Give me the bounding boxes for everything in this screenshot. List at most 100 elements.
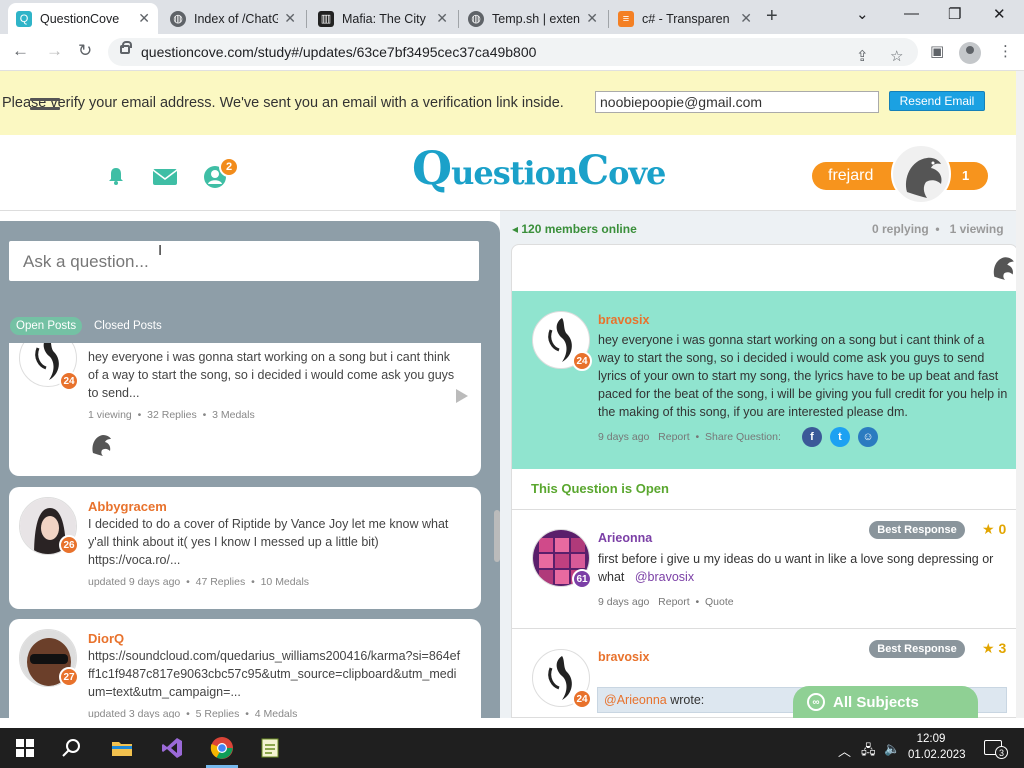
post-card[interactable]: 26 Abbygracem I decided to do a cover of… — [9, 487, 481, 609]
browser-tab-strip: Q QuestionCove ✕ ◍ Index of /ChatG ✕ ▥ M… — [0, 0, 1024, 34]
address-bar[interactable]: questioncove.com/study#/updates/63ce7bf3… — [108, 38, 918, 66]
more-menu-icon[interactable]: ⋮ — [998, 42, 1013, 60]
notification-center-icon[interactable]: 3 — [984, 740, 1008, 759]
reply-author[interactable]: bravosix — [598, 650, 649, 664]
question-meta: 9 days ago Report • Share Question: — [598, 431, 781, 443]
best-response-button[interactable]: Best Response — [869, 640, 965, 658]
viewer-dolphin-icon — [92, 435, 111, 456]
hamburger-menu-icon[interactable] — [30, 98, 60, 120]
medal-star-icon: ★ — [982, 521, 995, 537]
chrome-icon[interactable] — [210, 736, 234, 760]
post-updated: updated 3 days ago — [88, 708, 181, 718]
quoted-user[interactable]: @Arieonna — [604, 693, 667, 707]
tab-search-chevron-icon[interactable]: ⌄ — [856, 5, 869, 23]
bell-icon[interactable] — [106, 166, 126, 186]
tab-stackoverflow[interactable]: ≡ c# - Transparen ✕ — [610, 3, 760, 34]
profile-avatar-icon[interactable] — [959, 42, 981, 64]
question-body: 24 bravosix hey everyone i was gonna sta… — [512, 291, 1017, 469]
globe-icon: ◍ — [170, 10, 186, 27]
tab-questioncove[interactable]: Q QuestionCove ✕ — [8, 3, 158, 34]
tab-separator — [608, 10, 609, 28]
close-tab-icon[interactable]: ✕ — [284, 10, 296, 27]
mention-link[interactable]: @bravosix — [635, 570, 694, 584]
email-field[interactable] — [595, 91, 879, 113]
reload-icon[interactable]: ↻ — [78, 41, 92, 61]
user-avatar[interactable] — [891, 144, 951, 204]
post-card[interactable]: 27 DiorQ https://soundcloud.com/quedariu… — [9, 619, 481, 718]
questioncove-logo[interactable]: QuestionCove — [412, 141, 666, 199]
divider — [512, 509, 1017, 510]
invite-friend-icon[interactable]: ☺ — [858, 427, 878, 447]
post-level-badge: 27 — [59, 667, 79, 687]
medal-count[interactable]: ★ 0 — [982, 521, 1006, 538]
members-online-text: 120 members online — [521, 222, 637, 236]
side-panel-icon[interactable]: ▣ — [930, 42, 944, 60]
posts-panel: Ask a question... Open Posts Closed Post… — [0, 221, 500, 718]
restore-icon[interactable]: ❐ — [948, 5, 961, 23]
post-level-badge: 24 — [59, 371, 79, 391]
post-meta: updated 3 days ago • 5 Replies • 4 Medal… — [88, 708, 298, 718]
window-close-icon[interactable]: ✕ — [993, 5, 1006, 23]
reply-author[interactable]: Arieonna — [598, 531, 652, 545]
taskbar-clock[interactable]: 12:09 01.02.2023 — [908, 731, 966, 763]
globe-icon: ◍ — [468, 10, 484, 27]
tab-title: Temp.sh | exten — [492, 11, 581, 26]
ask-question-input[interactable]: Ask a question... — [9, 241, 479, 281]
tab-separator — [458, 10, 459, 28]
post-card[interactable]: 24 hey everyone i was gonna start workin… — [9, 343, 481, 476]
show-hidden-icons-chevron[interactable]: ︿ — [838, 741, 851, 760]
visual-studio-icon[interactable] — [160, 736, 184, 760]
forward-arrow-icon[interactable]: → — [46, 41, 63, 61]
post-replies: 32 Replies — [147, 409, 197, 421]
network-icon[interactable]: 🖧 — [861, 741, 876, 763]
tab-open-posts[interactable]: Open Posts — [10, 317, 83, 335]
best-response-button[interactable]: Best Response — [869, 521, 965, 539]
share-icon[interactable]: ⇪ — [856, 47, 869, 65]
post-author[interactable]: DiorQ — [88, 631, 124, 646]
tab-index-chatg[interactable]: ◍ Index of /ChatG ✕ — [162, 3, 304, 34]
all-subjects-button[interactable]: ∞ All Subjects — [793, 686, 978, 718]
notepad-plus-icon[interactable] — [258, 736, 282, 760]
browser-toolbar: ← → ↻ questioncove.com/study#/updates/63… — [0, 34, 1024, 71]
quote-link[interactable]: Quote — [705, 596, 734, 608]
post-level-badge: 26 — [59, 535, 79, 555]
verify-message: Please verify your email address. We've … — [2, 95, 564, 111]
minimize-icon[interactable]: — — [904, 5, 919, 22]
page-scrollbar[interactable] — [1016, 71, 1024, 718]
bookmark-star-icon[interactable]: ☆ — [890, 47, 903, 65]
windows-start-icon[interactable] — [13, 736, 37, 760]
logo-text-ove: ove — [608, 154, 666, 192]
close-tab-icon[interactable]: ✕ — [436, 10, 448, 27]
file-explorer-icon[interactable] — [110, 736, 134, 760]
tab-title: QuestionCove — [40, 11, 120, 26]
facebook-icon[interactable]: f — [802, 427, 822, 447]
report-link[interactable]: Report — [658, 431, 690, 443]
close-tab-icon[interactable]: ✕ — [586, 10, 598, 27]
tab-title: c# - Transparen — [642, 11, 730, 26]
quote-wrote-label: wrote: — [670, 693, 705, 707]
medal-count[interactable]: ★ 3 — [982, 640, 1006, 657]
search-icon[interactable] — [60, 736, 84, 760]
post-author[interactable]: Abbygracem — [88, 499, 167, 514]
mail-icon[interactable] — [152, 168, 178, 186]
back-arrow-icon[interactable]: ← — [12, 41, 29, 61]
question-author[interactable]: bravosix — [598, 313, 649, 327]
building-icon: ▥ — [318, 10, 334, 27]
resend-email-button[interactable]: Resend Email — [889, 91, 985, 111]
reply-level-badge: 24 — [572, 689, 592, 709]
twitter-icon[interactable]: t — [830, 427, 850, 447]
volume-icon[interactable]: 🔈 — [884, 741, 900, 757]
send-arrow-icon[interactable] — [456, 389, 468, 403]
close-tab-icon[interactable]: ✕ — [740, 10, 752, 27]
tab-closed-posts[interactable]: Closed Posts — [94, 320, 162, 332]
question-open-status: This Question is Open — [531, 481, 669, 496]
tab-title: Index of /ChatG — [194, 11, 279, 26]
chrome-logo — [210, 737, 233, 759]
report-link[interactable]: Report — [658, 596, 690, 608]
logo-letter-c: C — [577, 147, 609, 194]
tab-mafia[interactable]: ▥ Mafia: The City ✕ — [310, 3, 456, 34]
tab-temp-sh[interactable]: ◍ Temp.sh | exten ✕ — [460, 3, 606, 34]
new-tab-plus-icon[interactable]: + — [766, 5, 778, 28]
tab-separator — [306, 10, 307, 28]
close-tab-icon[interactable]: ✕ — [138, 10, 150, 27]
